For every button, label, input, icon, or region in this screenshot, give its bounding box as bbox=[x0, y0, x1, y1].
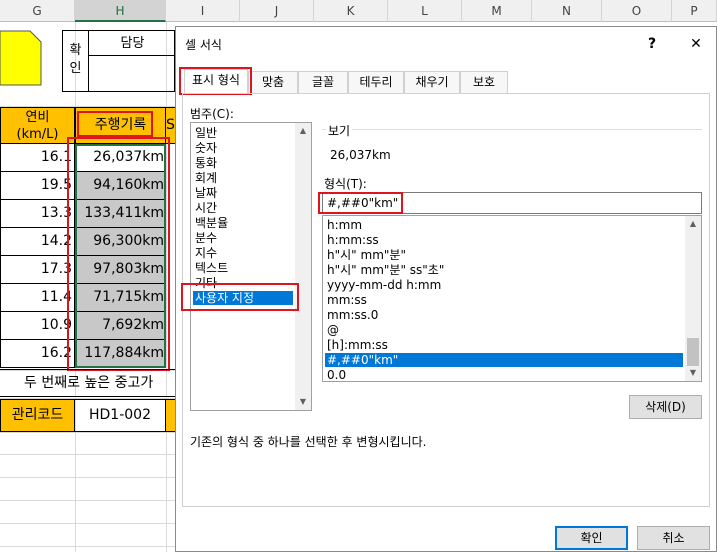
scroll-down-icon[interactable]: ▼ bbox=[295, 394, 311, 410]
tab-border[interactable]: 테두리 bbox=[348, 71, 404, 93]
cell-mileage[interactable]: 94,160km bbox=[75, 172, 166, 200]
category-scrollbar[interactable]: ▲ ▼ bbox=[295, 123, 311, 410]
format-item[interactable]: h:mm bbox=[325, 218, 362, 232]
approval-confirm-label: 확 인 bbox=[63, 31, 89, 91]
category-item[interactable]: 일반 bbox=[193, 126, 217, 140]
format-item[interactable]: h"시" mm"분" bbox=[325, 248, 406, 262]
format-item[interactable]: mm:ss bbox=[325, 293, 367, 307]
column-header-l[interactable]: L bbox=[388, 0, 462, 22]
category-item[interactable]: 회계 bbox=[193, 171, 217, 185]
tab-alignment[interactable]: 맞춤 bbox=[248, 71, 298, 93]
approval-manager-label: 담당 bbox=[89, 31, 176, 56]
cell-fuel[interactable]: 13.3 bbox=[0, 200, 75, 228]
category-list[interactable]: 일반 숫자 통화 회계 날짜 시간 백분율 분수 지수 텍스트 기타 사용자 지… bbox=[190, 122, 312, 411]
column-header-n[interactable]: N bbox=[532, 0, 602, 22]
column-header-i[interactable]: I bbox=[166, 0, 240, 22]
cell-mileage[interactable]: 7,692km bbox=[75, 312, 166, 340]
tab-protection[interactable]: 보호 bbox=[460, 71, 508, 93]
category-item[interactable]: 시간 bbox=[193, 201, 217, 215]
cell-fuel[interactable]: 17.3 bbox=[0, 256, 75, 284]
cell-fuel[interactable]: 16.1 bbox=[0, 144, 75, 172]
header-mileage[interactable]: 주행기록 bbox=[75, 107, 166, 144]
header-column-i[interactable]: S bbox=[166, 107, 175, 144]
cell-fuel[interactable]: 11.4 bbox=[0, 284, 75, 312]
format-cells-dialog: 셀 서식 ? ✕ 표시 형식 맞춤 글꼴 테두리 채우기 보호 범주(C): 일… bbox=[175, 26, 717, 552]
scroll-up-icon[interactable]: ▲ bbox=[295, 123, 311, 139]
format-input[interactable]: #,##0"km" bbox=[322, 192, 702, 214]
cell-fuel[interactable]: 19.5 bbox=[0, 172, 75, 200]
category-item[interactable]: 분수 bbox=[193, 231, 217, 245]
tab-fill[interactable]: 채우기 bbox=[404, 71, 460, 93]
column-header-m[interactable]: M bbox=[462, 0, 532, 22]
format-input-value: #,##0"km" bbox=[327, 196, 399, 210]
dialog-title: 셀 서식 bbox=[185, 38, 222, 52]
column-header-o[interactable]: O bbox=[602, 0, 672, 22]
scroll-thumb[interactable] bbox=[687, 338, 699, 366]
format-item[interactable]: 0.0_ bbox=[325, 368, 352, 381]
cell-mileage[interactable]: 117,884km bbox=[75, 340, 166, 368]
cell-fuel[interactable]: 10.9 bbox=[0, 312, 75, 340]
yellow-shape bbox=[0, 30, 42, 86]
sample-group: 보기 26,037km bbox=[322, 122, 702, 171]
category-item[interactable]: 통화 bbox=[193, 156, 217, 170]
category-item[interactable]: 날짜 bbox=[193, 186, 217, 200]
column-header-k[interactable]: K bbox=[314, 0, 388, 22]
approval-box: 확 인 담당 bbox=[62, 30, 176, 92]
tab-font[interactable]: 글꼴 bbox=[298, 71, 348, 93]
cell-fuel[interactable]: 16.2 bbox=[0, 340, 75, 368]
ok-button[interactable]: 확인 bbox=[555, 526, 628, 550]
column-header-h[interactable]: H bbox=[75, 0, 166, 22]
tab-strip: 표시 형식 맞춤 글꼴 테두리 채우기 보호 bbox=[182, 69, 710, 94]
column-header-j[interactable]: J bbox=[240, 0, 314, 22]
format-item[interactable]: [h]:mm:ss bbox=[325, 338, 388, 352]
format-scrollbar[interactable]: ▲ ▼ bbox=[685, 216, 701, 381]
code-value-cell[interactable]: HD1-002 bbox=[75, 399, 166, 432]
format-item[interactable]: h:mm:ss bbox=[325, 233, 379, 247]
code-next-cell[interactable] bbox=[166, 399, 175, 432]
format-list[interactable]: h:mm h:mm:ss h"시" mm"분" h"시" mm"분" ss"초"… bbox=[322, 215, 702, 382]
category-item[interactable]: 기타 bbox=[193, 276, 217, 290]
category-item[interactable]: 백분율 bbox=[193, 216, 228, 230]
scroll-down-icon[interactable]: ▼ bbox=[685, 365, 701, 381]
delete-button[interactable]: 삭제(D) bbox=[629, 395, 702, 419]
header-fuel-efficiency[interactable]: 연비 (km/L) bbox=[0, 107, 75, 144]
category-item[interactable]: 텍스트 bbox=[193, 261, 228, 275]
help-button[interactable]: ? bbox=[640, 33, 664, 55]
cell-mileage[interactable]: 71,715km bbox=[75, 284, 166, 312]
cell-mileage[interactable]: 26,037km bbox=[75, 144, 166, 172]
format-item[interactable]: yyyy-mm-dd h:mm bbox=[325, 278, 441, 292]
cell-mileage[interactable]: 97,803km bbox=[75, 256, 166, 284]
category-item[interactable]: 지수 bbox=[193, 246, 217, 260]
sample-label: 보기 bbox=[326, 122, 353, 139]
merged-text-cell[interactable]: 두 번째로 높은 중고가 bbox=[0, 369, 175, 397]
format-item-selected[interactable]: #,##0"km" bbox=[325, 353, 683, 367]
cell-mileage[interactable]: 133,411km bbox=[75, 200, 166, 228]
cell-mileage[interactable]: 96,300km bbox=[75, 228, 166, 256]
cancel-button[interactable]: 취소 bbox=[637, 526, 710, 550]
cell-fuel[interactable]: 14.2 bbox=[0, 228, 75, 256]
category-item-selected[interactable]: 사용자 지정 bbox=[193, 291, 293, 305]
close-button[interactable]: ✕ bbox=[684, 33, 708, 55]
category-label: 범주(C): bbox=[190, 107, 234, 121]
format-item[interactable]: @ bbox=[325, 323, 339, 337]
format-item[interactable]: h"시" mm"분" ss"초" bbox=[325, 263, 444, 277]
description-text: 기존의 형식 중 하나를 선택한 후 변형시킵니다. bbox=[190, 435, 427, 449]
category-item[interactable]: 숫자 bbox=[193, 141, 217, 155]
column-header-g[interactable]: G bbox=[0, 0, 75, 22]
tab-number[interactable]: 표시 형식 bbox=[184, 69, 248, 94]
format-item[interactable]: mm:ss.0 bbox=[325, 308, 378, 322]
scroll-up-icon[interactable]: ▲ bbox=[685, 216, 701, 232]
close-icon: ✕ bbox=[690, 36, 702, 52]
sample-value: 26,037km bbox=[330, 148, 391, 162]
code-label-cell[interactable]: 관리코드 bbox=[0, 399, 75, 432]
format-label: 형식(T): bbox=[324, 177, 367, 191]
column-header-p[interactable]: P bbox=[672, 0, 717, 22]
